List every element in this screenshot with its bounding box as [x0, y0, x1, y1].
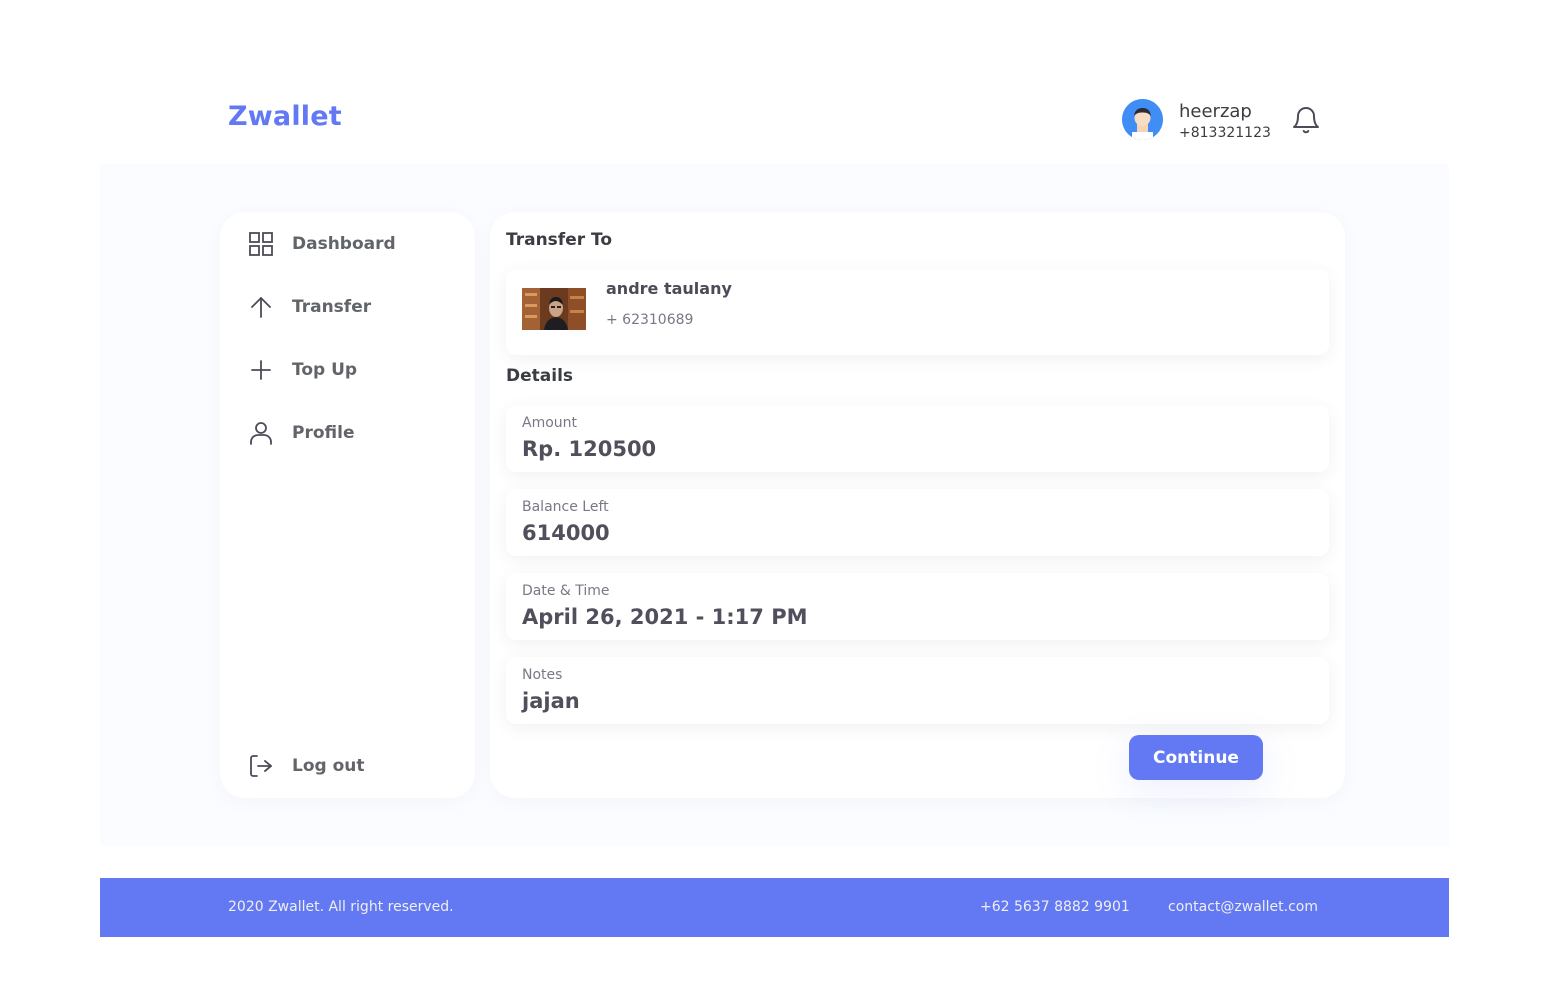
- sidebar-item-label: Dashboard: [292, 234, 396, 254]
- plus-icon: [247, 356, 275, 384]
- footer-email[interactable]: contact@zwallet.com: [1168, 899, 1318, 915]
- footer-phone: +62 5637 8882 9901: [980, 899, 1130, 915]
- continue-button[interactable]: Continue: [1129, 735, 1263, 780]
- section-title-details: Details: [506, 366, 574, 386]
- sidebar: Dashboard Transfer Top Up Profile Log ou…: [220, 212, 475, 798]
- bell-icon[interactable]: [1290, 104, 1322, 136]
- detail-card-amount: Amount Rp. 120500: [506, 405, 1329, 472]
- section-title-transfer-to: Transfer To: [506, 230, 613, 250]
- sidebar-item-top-up[interactable]: Top Up: [247, 356, 357, 384]
- sidebar-item-dashboard[interactable]: Dashboard: [247, 230, 396, 258]
- detail-label: Balance Left: [522, 499, 609, 515]
- receiver-name: andre taulany: [606, 279, 732, 298]
- logout-icon: [247, 752, 275, 780]
- logout-label: Log out: [292, 756, 365, 776]
- detail-value: Rp. 120500: [522, 437, 657, 461]
- user-icon: [247, 419, 275, 447]
- transfer-confirmation-panel: Transfer To andre taulany + 62310689 Det…: [490, 212, 1345, 798]
- user-info: heerzap +813321123: [1179, 99, 1271, 141]
- user-phone: +813321123: [1179, 125, 1271, 141]
- user-name: heerzap: [1179, 101, 1252, 122]
- brand-logo[interactable]: Zwallet: [228, 101, 342, 132]
- user-profile-summary[interactable]: heerzap +813321123: [1122, 99, 1271, 141]
- top-header: Zwallet heerzap +813321123: [0, 0, 1549, 164]
- detail-label: Date & Time: [522, 583, 610, 599]
- logout-button[interactable]: Log out: [247, 752, 365, 780]
- footer: 2020 Zwallet. All right reserved. +62 56…: [100, 878, 1449, 937]
- detail-value: April 26, 2021 - 1:17 PM: [522, 605, 808, 629]
- arrow-up-icon: [247, 293, 275, 321]
- detail-value: 614000: [522, 521, 610, 545]
- sidebar-item-label: Profile: [292, 423, 355, 443]
- detail-label: Notes: [522, 667, 563, 683]
- detail-value: jajan: [522, 689, 580, 713]
- sidebar-item-transfer[interactable]: Transfer: [247, 293, 371, 321]
- detail-label: Amount: [522, 415, 578, 431]
- receiver-photo: [522, 288, 586, 330]
- detail-card-date-time: Date & Time April 26, 2021 - 1:17 PM: [506, 573, 1329, 640]
- grid-icon: [247, 230, 275, 258]
- avatar[interactable]: [1122, 99, 1163, 140]
- detail-card-balance-left: Balance Left 614000: [506, 489, 1329, 556]
- sidebar-item-label: Top Up: [292, 360, 358, 380]
- receiver-card: andre taulany + 62310689: [506, 269, 1329, 355]
- footer-copyright: 2020 Zwallet. All right reserved.: [228, 899, 454, 915]
- detail-card-notes: Notes jajan: [506, 657, 1329, 724]
- sidebar-item-label: Transfer: [292, 297, 372, 317]
- sidebar-item-profile[interactable]: Profile: [247, 419, 354, 447]
- receiver-phone: + 62310689: [606, 312, 694, 328]
